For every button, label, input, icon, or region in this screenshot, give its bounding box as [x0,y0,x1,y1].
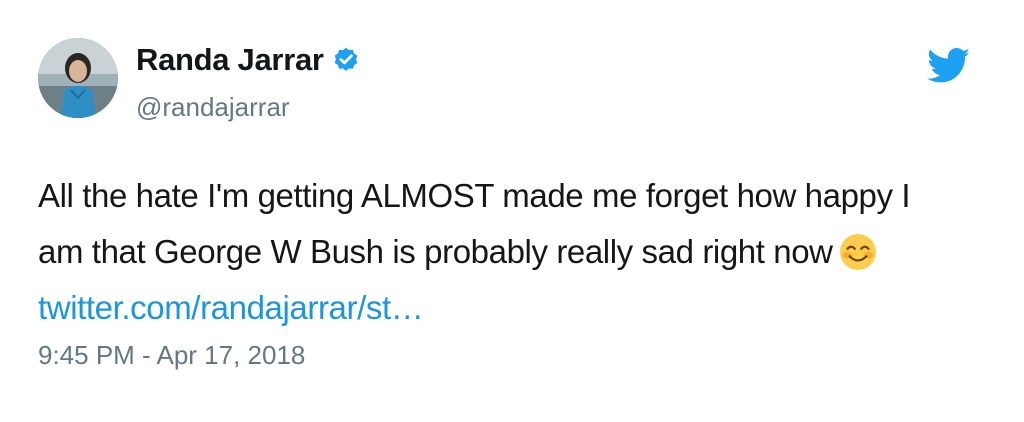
twitter-bird-icon[interactable] [927,48,971,84]
author-handle[interactable]: @randajarrar [136,92,290,123]
avatar-image [38,38,118,118]
tweet-link[interactable]: twitter.com/randajarrar/st… [38,280,978,336]
tweet-text: All the hate I'm getting ALMOST made me … [38,168,978,336]
smiling-face-with-smiling-eyes-emoji-icon [839,232,877,271]
tweet-timestamp[interactable]: 9:45 PM - Apr 17, 2018 [38,340,305,371]
tweet-text-line-2: am that George W Bush is probably really… [38,233,833,270]
tweet-text-line-2-wrap: am that George W Bush is probably really… [38,224,978,280]
author-row: Randa Jarrar [136,40,360,80]
display-name[interactable]: Randa Jarrar [136,42,324,78]
tweet-text-line-1: All the hate I'm getting ALMOST made me … [38,177,911,214]
avatar[interactable] [38,38,118,118]
verified-badge-icon [332,46,360,74]
tweet-card: Randa Jarrar @randajarrar All the hate I… [0,0,1024,422]
